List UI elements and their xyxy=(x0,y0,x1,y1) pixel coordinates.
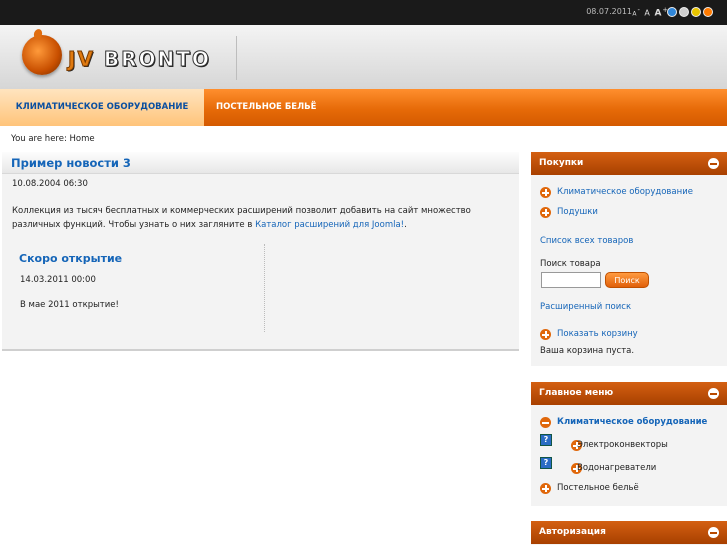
breadcrumb: You are here: Home xyxy=(11,134,95,144)
main-menu-title: Главное меню xyxy=(539,388,614,398)
article: Пример новости 3 10.08.2004 06:30 Коллек… xyxy=(2,152,519,351)
collapse-icon[interactable] xyxy=(708,527,719,538)
logo-text: BRONTO xyxy=(103,47,211,72)
shop-module: Покупки Климатическое оборудование Подуш… xyxy=(531,152,727,366)
show-cart-link[interactable]: Показать корзину xyxy=(557,329,638,339)
menu-item-water-heaters[interactable]: Водонагреватели xyxy=(577,463,656,473)
missing-image-icon: ? xyxy=(540,457,552,469)
theme-grey-button[interactable] xyxy=(679,7,689,17)
expand-icon[interactable] xyxy=(540,483,551,494)
sub-article-date: 14.03.2011 00:00 xyxy=(20,275,96,285)
product-search-button[interactable]: Поиск xyxy=(605,272,649,288)
article-date: 10.08.2004 06:30 xyxy=(12,179,88,189)
extensions-catalog-link[interactable]: Каталог расширений для Joomla! xyxy=(255,220,404,230)
font-size-controls: A- A A+ xyxy=(632,6,669,19)
main-menu-module: Главное меню Климатическое оборудование … xyxy=(531,382,727,506)
logo-icon[interactable] xyxy=(22,35,62,75)
site-header: JV BRONTO xyxy=(0,25,727,89)
cart-status: Ваша корзина пуста. xyxy=(540,346,635,356)
article-text: Коллекция из тысяч бесплатных и коммерче… xyxy=(12,206,471,230)
main-menu-header: Главное меню xyxy=(531,382,727,405)
expand-icon[interactable] xyxy=(540,187,551,198)
collapse-icon[interactable] xyxy=(708,158,719,169)
article-title[interactable]: Пример новости 3 xyxy=(11,156,131,170)
product-search-input[interactable] xyxy=(541,272,601,288)
sub-article-text: В мае 2011 открытие! xyxy=(20,300,119,310)
site-logo[interactable]: JV BRONTO xyxy=(68,47,211,72)
shop-module-header: Покупки xyxy=(531,152,727,175)
logo-prefix: JV xyxy=(68,47,95,72)
nav-tab-bedding[interactable]: ПОСТЕЛЬНОЕ БЕЛЬЁ xyxy=(204,89,328,126)
theme-blue-button[interactable] xyxy=(667,7,677,17)
missing-image-icon: ? xyxy=(540,434,552,446)
category-link-pillows[interactable]: Подушки xyxy=(557,207,598,217)
collapse-icon[interactable] xyxy=(540,417,551,428)
all-products-link[interactable]: Список всех товаров xyxy=(540,236,633,246)
advanced-search-link[interactable]: Расширенный поиск xyxy=(540,302,631,312)
auth-module-title: Авторизация xyxy=(539,527,606,537)
header-divider xyxy=(236,36,237,80)
main-navigation: КЛИМАТИЧЕСКОЕ ОБОРУДОВАНИЕ ПОСТЕЛЬНОЕ БЕ… xyxy=(0,89,727,126)
cart-icon[interactable] xyxy=(540,329,551,340)
sub-article: Скоро открытие 14.03.2011 00:00 В мае 20… xyxy=(10,244,265,332)
font-reset-button[interactable]: A xyxy=(644,9,650,18)
category-link-climate[interactable]: Климатическое оборудование xyxy=(557,187,693,197)
sub-article-title[interactable]: Скоро открытие xyxy=(19,252,122,265)
nav-tab-climate[interactable]: КЛИМАТИЧЕСКОЕ ОБОРУДОВАНИЕ xyxy=(0,89,204,126)
current-date: 08.07.2011 xyxy=(586,7,632,16)
product-search-label: Поиск товара xyxy=(540,259,601,269)
shop-module-title: Покупки xyxy=(539,158,584,168)
theme-orange-button[interactable] xyxy=(703,7,713,17)
top-bar: 08.07.2011 A- A A+ xyxy=(0,0,727,25)
theme-yellow-button[interactable] xyxy=(691,7,701,17)
auth-module: Авторизация xyxy=(531,521,727,545)
menu-item-bedding[interactable]: Постельное бельё xyxy=(557,483,639,493)
theme-switcher xyxy=(667,7,713,17)
collapse-icon[interactable] xyxy=(708,388,719,399)
expand-icon[interactable] xyxy=(540,207,551,218)
menu-item-climate[interactable]: Климатическое оборудование xyxy=(557,417,707,427)
menu-item-convectors[interactable]: Электроконвекторы xyxy=(577,440,668,450)
auth-module-header: Авторизация xyxy=(531,521,727,544)
